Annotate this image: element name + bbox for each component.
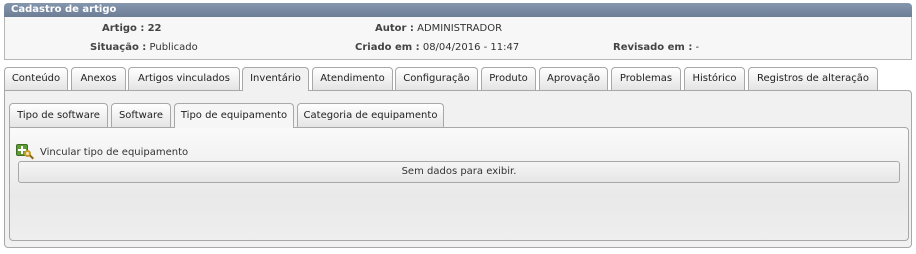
tab-atendimento[interactable]: Atendimento xyxy=(312,67,393,90)
revisado-field: Revisado em : - xyxy=(613,42,699,53)
autor-field: Autor : ADMINISTRADOR xyxy=(375,23,502,34)
link-label[interactable]: Vincular tipo de equipamento xyxy=(40,147,188,158)
tab-registros-de-alteracao[interactable]: Registros de alteração xyxy=(748,67,878,90)
criado-field: Criado em : 08/04/2016 - 11:47 xyxy=(355,42,519,53)
subtab-tipo-de-equipamento[interactable]: Tipo de equipamento xyxy=(174,103,294,128)
link-vincular-tipo-equipamento[interactable]: Vincular tipo de equipamento xyxy=(16,143,188,161)
tab-artigos-vinculados[interactable]: Artigos vinculados xyxy=(128,67,240,90)
criado-value: 08/04/2016 - 11:47 xyxy=(422,42,520,53)
tab-aprovacao[interactable]: Aprovação xyxy=(539,67,608,90)
tab-historico[interactable]: Histórico xyxy=(684,67,745,90)
artigo-field: Artigo : 22 xyxy=(102,23,162,34)
tab-inventario[interactable]: Inventário xyxy=(242,67,309,91)
article-info-panel: Artigo : 22 Autor : ADMINISTRADOR Situaç… xyxy=(4,17,912,60)
tab-problemas[interactable]: Problemas xyxy=(611,67,681,90)
add-search-icon[interactable] xyxy=(16,143,34,161)
empty-grid-message: Sem dados para exibir. xyxy=(18,161,900,183)
artigo-value: 22 xyxy=(147,23,162,34)
subtab-categoria-de-equipamento[interactable]: Categoria de equipamento xyxy=(297,103,444,127)
panel-title: Cadastro de artigo xyxy=(4,3,912,17)
subtab-software[interactable]: Software xyxy=(111,103,171,127)
autor-value: ADMINISTRADOR xyxy=(417,23,503,34)
subtab-tipo-de-software[interactable]: Tipo de software xyxy=(9,103,108,127)
situacao-field: Situação : Publicado xyxy=(90,42,198,53)
tab-conteudo[interactable]: Conteúdo xyxy=(4,67,68,90)
revisado-label: Revisado em : xyxy=(613,42,693,53)
situacao-label: Situação : xyxy=(90,42,147,53)
revisado-value: - xyxy=(695,42,700,53)
tab-configuracao[interactable]: Configuração xyxy=(395,67,478,90)
artigo-label: Artigo : xyxy=(102,23,145,34)
tab-anexos[interactable]: Anexos xyxy=(71,67,126,90)
tab-produto[interactable]: Produto xyxy=(481,67,536,90)
situacao-value: Publicado xyxy=(149,42,198,53)
autor-label: Autor : xyxy=(375,23,414,34)
criado-label: Criado em : xyxy=(355,42,420,53)
